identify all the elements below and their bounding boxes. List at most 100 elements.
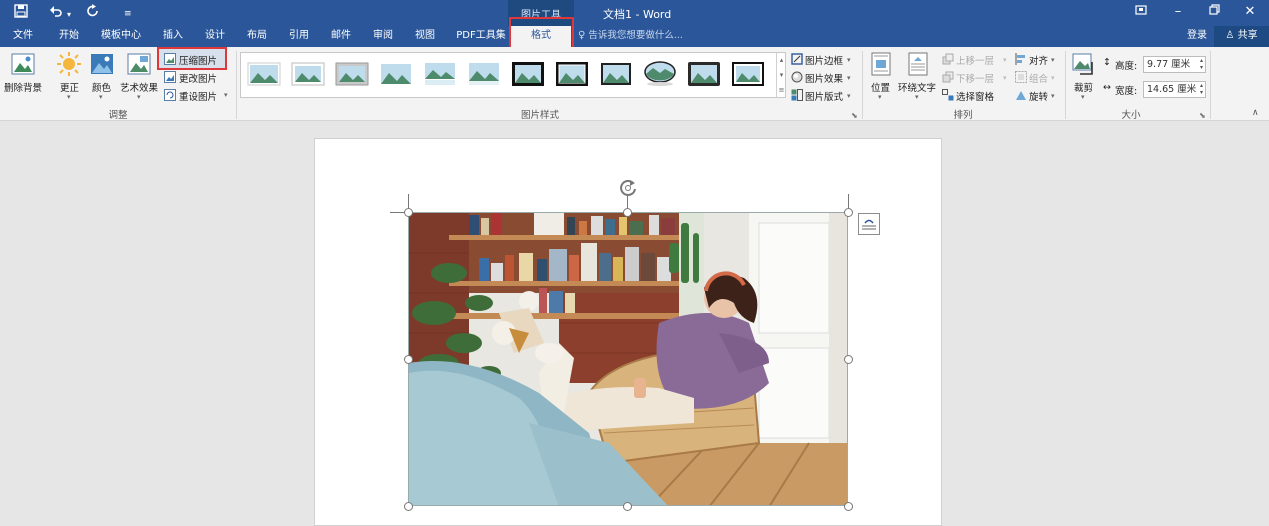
group-dropdown-icon[interactable]: ▾ bbox=[1051, 74, 1055, 82]
position-icon bbox=[871, 52, 891, 76]
style-simple-frame-white[interactable] bbox=[247, 61, 281, 87]
height-spinner-icon[interactable]: ▴ ▾ bbox=[1200, 57, 1203, 71]
resize-handle-top-right[interactable] bbox=[844, 208, 853, 217]
position-button[interactable]: 位置 bbox=[871, 80, 890, 94]
undo-icon[interactable] bbox=[49, 4, 63, 23]
picture-layout-button[interactable]: 图片版式 bbox=[805, 89, 843, 103]
tab-home[interactable]: 开始 bbox=[55, 26, 83, 47]
height-value: 9.77 厘米 bbox=[1147, 59, 1191, 70]
rotate-dropdown-icon[interactable]: ▾ bbox=[1051, 92, 1055, 100]
ribbon-display-icon[interactable] bbox=[1131, 4, 1151, 21]
remove-background-button[interactable]: 删除背景 bbox=[4, 80, 42, 94]
resize-handle-top[interactable] bbox=[623, 208, 632, 217]
crop-button[interactable]: 裁剪 bbox=[1074, 80, 1093, 94]
change-picture-button[interactable]: 更改图片 bbox=[179, 71, 217, 85]
style-black-rectangle[interactable] bbox=[599, 61, 633, 87]
height-input[interactable]: 9.77 厘米 ▴ ▾ bbox=[1143, 56, 1206, 73]
tell-me-search[interactable]: ♀ 告诉我您想要做什么... bbox=[578, 26, 683, 46]
document-title: 文档1 - Word bbox=[603, 8, 672, 21]
resize-handle-bottom[interactable] bbox=[623, 502, 632, 511]
collapse-ribbon-icon[interactable]: ∧ bbox=[1252, 108, 1259, 118]
crop-dropdown-icon[interactable]: ▾ bbox=[1081, 93, 1085, 101]
align-dropdown-icon[interactable]: ▾ bbox=[1051, 56, 1055, 64]
reset-dropdown-icon[interactable]: ▾ bbox=[224, 91, 228, 99]
style-black-shadow[interactable] bbox=[555, 61, 589, 87]
style-oval[interactable] bbox=[643, 61, 677, 87]
customize-icon[interactable]: ≡ bbox=[124, 6, 132, 22]
login-button[interactable]: 登录 bbox=[1187, 26, 1207, 46]
compress-pictures-button[interactable]: 压缩图片 bbox=[179, 53, 217, 67]
picture-styles-gallery[interactable] bbox=[240, 52, 786, 98]
picture-effects-button[interactable]: 图片效果 bbox=[805, 71, 843, 85]
selection-pane-button[interactable]: 选择窗格 bbox=[956, 89, 994, 103]
tab-view[interactable]: 视图 bbox=[411, 26, 439, 47]
width-spinner-icon[interactable]: ▴ ▾ bbox=[1200, 82, 1203, 96]
color-dropdown-icon[interactable]: ▾ bbox=[99, 93, 103, 101]
resize-handle-bottom-left[interactable] bbox=[404, 502, 413, 511]
border-dropdown-icon[interactable]: ▾ bbox=[847, 56, 851, 64]
tab-review[interactable]: 审阅 bbox=[369, 26, 397, 47]
resize-handle-left[interactable] bbox=[404, 355, 413, 364]
corrections-dropdown-icon[interactable]: ▾ bbox=[67, 93, 71, 101]
align-button[interactable]: 对齐 bbox=[1029, 53, 1048, 67]
style-metal-frame[interactable] bbox=[335, 61, 369, 87]
picture-border-button[interactable]: 图片边框 bbox=[805, 53, 843, 67]
layout-options-button[interactable] bbox=[858, 213, 880, 235]
share-button[interactable]: ♙ 共享 bbox=[1214, 26, 1269, 47]
picture-effects-icon bbox=[791, 71, 803, 83]
restore-icon[interactable] bbox=[1204, 4, 1224, 20]
send-backward-button[interactable]: 下移一层 bbox=[956, 71, 994, 85]
style-drop-shadow[interactable] bbox=[379, 61, 413, 87]
tab-pdf-tools[interactable]: PDF工具集 bbox=[453, 26, 509, 47]
color-button[interactable]: 颜色 bbox=[92, 80, 111, 94]
size-dialog-launcher-icon[interactable]: ⬊ bbox=[1199, 111, 1206, 120]
style-beveled-matte[interactable] bbox=[291, 61, 325, 87]
minimize-icon[interactable]: – bbox=[1168, 4, 1188, 20]
tab-mailings[interactable]: 邮件 bbox=[327, 26, 355, 47]
selected-picture[interactable] bbox=[408, 212, 848, 506]
reset-picture-button[interactable]: 重设图片 bbox=[179, 89, 217, 103]
tab-layout[interactable]: 布局 bbox=[243, 26, 271, 47]
tab-template-center[interactable]: 模板中心 bbox=[98, 26, 144, 47]
close-icon[interactable]: ✕ bbox=[1240, 4, 1260, 20]
group-button[interactable]: 组合 bbox=[1029, 71, 1048, 85]
style-soft-edge[interactable] bbox=[467, 61, 501, 87]
width-value: 14.65 厘米 bbox=[1147, 84, 1197, 95]
corrections-button[interactable]: 更正 bbox=[60, 80, 79, 94]
gallery-scroll-up-icon[interactable]: ▴ bbox=[776, 53, 786, 68]
tab-file[interactable]: 文件 bbox=[9, 26, 37, 47]
wrap-dropdown-icon[interactable]: ▾ bbox=[915, 93, 919, 101]
bring-forward-button[interactable]: 上移一层 bbox=[956, 53, 994, 67]
rotate-button[interactable]: 旋转 bbox=[1029, 89, 1048, 103]
style-reflected[interactable] bbox=[423, 61, 457, 87]
undo-dropdown-icon[interactable]: ▾ bbox=[67, 7, 71, 23]
width-input[interactable]: 14.65 厘米 ▴ ▾ bbox=[1143, 81, 1206, 98]
reset-picture-icon bbox=[164, 89, 176, 101]
gallery-more-icon[interactable]: ≡ bbox=[776, 83, 786, 98]
resize-handle-bottom-right[interactable] bbox=[844, 502, 853, 511]
resize-handle-top-left[interactable] bbox=[404, 208, 413, 217]
artistic-effects-button[interactable]: 艺术效果 bbox=[120, 80, 158, 94]
effects-dropdown-icon[interactable]: ▾ bbox=[847, 74, 851, 82]
style-rounded-black[interactable] bbox=[687, 61, 721, 87]
send-backward-dropdown-icon[interactable]: ▾ bbox=[1003, 74, 1007, 82]
style-double-frame[interactable] bbox=[731, 61, 765, 87]
gallery-scroll-down-icon[interactable]: ▾ bbox=[776, 68, 786, 83]
rotate-handle-icon[interactable] bbox=[617, 176, 639, 198]
styles-dialog-launcher-icon[interactable]: ⬊ bbox=[851, 111, 858, 120]
change-picture-icon bbox=[164, 71, 176, 83]
tab-insert[interactable]: 插入 bbox=[159, 26, 187, 47]
save-icon[interactable] bbox=[14, 4, 28, 23]
tab-design[interactable]: 设计 bbox=[201, 26, 229, 47]
resize-handle-right[interactable] bbox=[844, 355, 853, 364]
layout-dropdown-icon[interactable]: ▾ bbox=[847, 92, 851, 100]
position-dropdown-icon[interactable]: ▾ bbox=[878, 93, 882, 101]
group-icon bbox=[1015, 71, 1027, 83]
bring-forward-dropdown-icon[interactable]: ▾ bbox=[1003, 56, 1007, 64]
wrap-text-button[interactable]: 环绕文字 bbox=[898, 80, 936, 94]
style-thick-black-frame[interactable] bbox=[511, 61, 545, 87]
room-photo-image bbox=[409, 213, 847, 505]
artistic-dropdown-icon[interactable]: ▾ bbox=[137, 93, 141, 101]
redo-icon[interactable] bbox=[86, 4, 100, 23]
tab-references[interactable]: 引用 bbox=[285, 26, 313, 47]
